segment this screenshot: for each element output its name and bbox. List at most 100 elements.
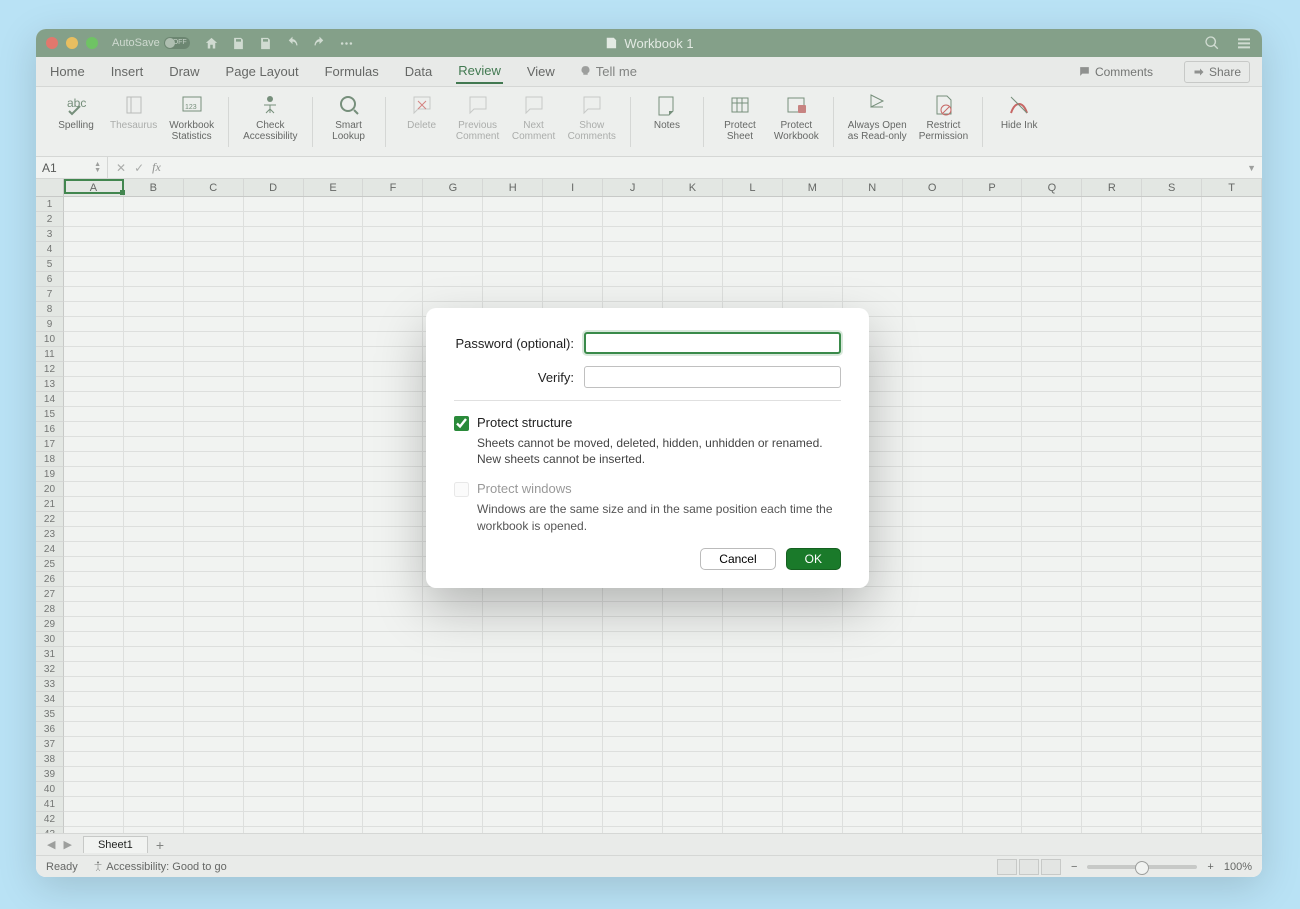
cell[interactable] [1022,722,1082,737]
row-header[interactable]: 31 [36,647,64,662]
cell[interactable] [184,662,244,677]
cell[interactable] [543,662,603,677]
column-header[interactable]: N [843,179,903,196]
cell[interactable] [64,362,124,377]
cell[interactable] [543,617,603,632]
cell[interactable] [363,392,423,407]
row-header[interactable]: 39 [36,767,64,782]
row-header[interactable]: 26 [36,572,64,587]
cell[interactable] [903,377,963,392]
tab-view[interactable]: View [525,60,557,83]
cell[interactable] [64,437,124,452]
cell[interactable] [363,737,423,752]
cell[interactable] [64,257,124,272]
row-header[interactable]: 20 [36,482,64,497]
cell[interactable] [1082,257,1142,272]
cell[interactable] [903,242,963,257]
cell[interactable] [1082,272,1142,287]
cell[interactable] [124,362,184,377]
cell[interactable] [603,767,663,782]
cell[interactable] [483,227,543,242]
cell[interactable] [843,782,903,797]
row-header[interactable]: 14 [36,392,64,407]
smart-lookup-button[interactable]: Smart Lookup [327,92,371,142]
cell[interactable] [1082,287,1142,302]
cell[interactable] [963,497,1023,512]
cell[interactable] [1202,287,1262,302]
cell[interactable] [903,302,963,317]
cell[interactable] [1202,467,1262,482]
cell[interactable] [124,632,184,647]
cell[interactable] [783,662,843,677]
cell[interactable] [1202,362,1262,377]
cell[interactable] [843,287,903,302]
cell[interactable] [184,407,244,422]
cell[interactable] [963,302,1023,317]
tab-page-layout[interactable]: Page Layout [224,60,301,83]
cell[interactable] [64,482,124,497]
cell[interactable] [184,287,244,302]
cell[interactable] [244,527,304,542]
cell[interactable] [1142,617,1202,632]
cell[interactable] [663,737,723,752]
row-header[interactable]: 21 [36,497,64,512]
cell[interactable] [184,317,244,332]
cell[interactable] [843,242,903,257]
cell[interactable] [543,587,603,602]
cell[interactable] [1202,482,1262,497]
cell[interactable] [1202,302,1262,317]
cell[interactable] [783,587,843,602]
cell[interactable] [64,782,124,797]
cell[interactable] [124,677,184,692]
cell[interactable] [783,692,843,707]
tell-me[interactable]: Tell me [579,64,637,79]
cell[interactable] [903,287,963,302]
cell[interactable] [304,392,364,407]
cell[interactable] [483,737,543,752]
cell[interactable] [963,617,1023,632]
cell[interactable] [423,692,483,707]
cell[interactable] [963,797,1023,812]
cell[interactable] [543,677,603,692]
cell[interactable] [1082,617,1142,632]
cell[interactable] [124,332,184,347]
cell[interactable] [843,707,903,722]
cell[interactable] [1022,572,1082,587]
search-icon[interactable] [1204,35,1220,51]
cell[interactable] [363,317,423,332]
cell[interactable] [363,527,423,542]
cell[interactable] [1142,677,1202,692]
cell[interactable] [124,452,184,467]
protect-sheet-button[interactable]: Protect Sheet [718,92,762,142]
cell[interactable] [723,602,783,617]
spelling-button[interactable]: abcSpelling [54,92,98,131]
row-header[interactable]: 10 [36,332,64,347]
cell[interactable] [903,317,963,332]
cell[interactable] [963,437,1023,452]
cell[interactable] [363,482,423,497]
column-header[interactable]: O [903,179,963,196]
cell[interactable] [963,197,1023,212]
cell[interactable] [483,587,543,602]
cell[interactable] [603,272,663,287]
cell[interactable] [1022,332,1082,347]
cell[interactable] [1202,827,1262,833]
cell[interactable] [1022,437,1082,452]
cell[interactable] [1022,587,1082,602]
cell[interactable] [1202,572,1262,587]
cell[interactable] [304,557,364,572]
cell[interactable] [304,197,364,212]
cell[interactable] [963,467,1023,482]
cell[interactable] [244,812,304,827]
cell[interactable] [1082,437,1142,452]
cell[interactable] [64,707,124,722]
cell[interactable] [64,272,124,287]
cell[interactable] [963,332,1023,347]
cell[interactable] [963,827,1023,833]
cell[interactable] [1142,632,1202,647]
cell[interactable] [304,227,364,242]
cell[interactable] [423,602,483,617]
cell[interactable] [1022,422,1082,437]
cell[interactable] [423,587,483,602]
cell[interactable] [244,452,304,467]
